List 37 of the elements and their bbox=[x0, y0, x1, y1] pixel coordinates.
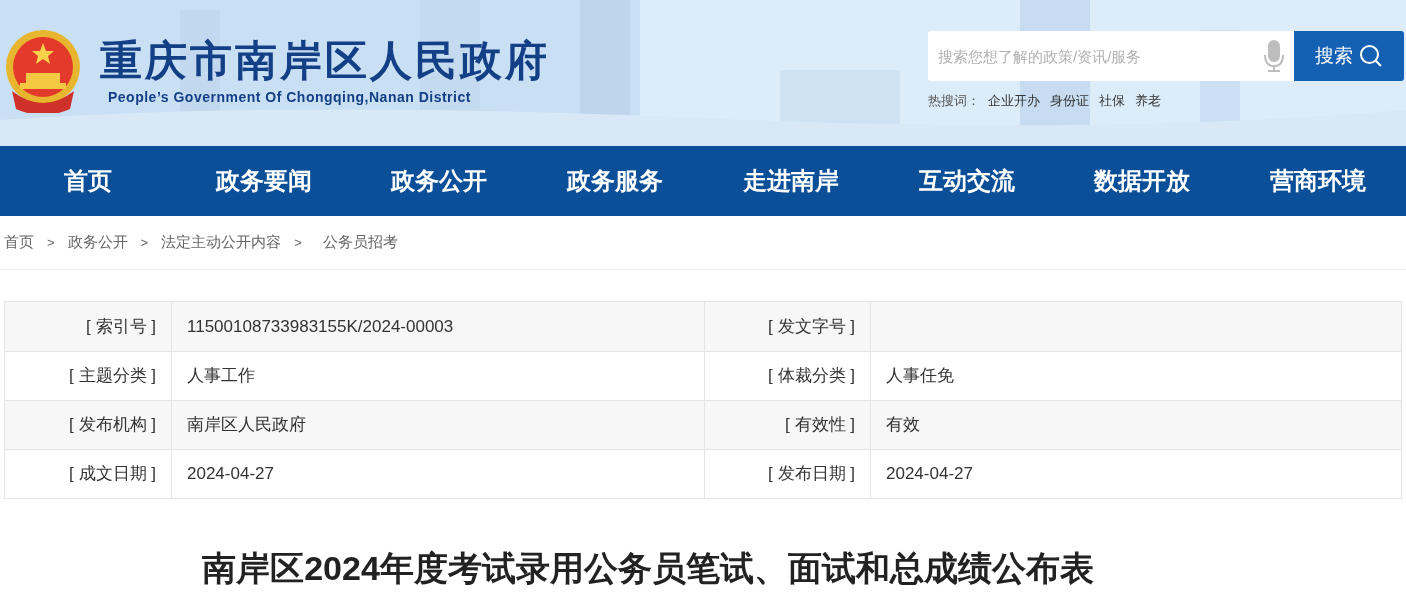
nav-item[interactable]: 营商环境 bbox=[1230, 163, 1406, 199]
site-subtitle: People’s Government Of Chongqing,Nanan District bbox=[108, 87, 472, 107]
search-field[interactable]: 搜索您想了解的政策/资讯/服务 bbox=[928, 31, 1294, 81]
nav-item[interactable]: 数据开放 bbox=[1054, 163, 1231, 199]
article-title: 南岸区2024年度考试录用公务员笔试、面试和总成绩公布表 bbox=[201, 548, 1095, 589]
hot-word-link[interactable]: 养老 bbox=[1135, 91, 1161, 111]
nav-item[interactable]: 首页 bbox=[0, 163, 176, 199]
nav-item[interactable]: 走进南岸 bbox=[703, 163, 879, 199]
field-value: 2024-04-27 bbox=[886, 463, 973, 486]
breadcrumb-separator: > bbox=[47, 233, 55, 252]
field-value: 人事任免 bbox=[886, 365, 954, 388]
nav-item[interactable]: 政务公开 bbox=[351, 163, 528, 199]
search-icon bbox=[1359, 44, 1383, 68]
microphone-icon[interactable] bbox=[1264, 40, 1284, 72]
nav-item[interactable]: 政务要闻 bbox=[175, 163, 352, 199]
search-button[interactable]: 搜索 bbox=[1294, 31, 1404, 81]
hot-words-label: 热搜词： bbox=[928, 92, 980, 110]
breadcrumb-link[interactable]: 首页 bbox=[4, 231, 34, 254]
field-value: 南岸区人民政府 bbox=[187, 414, 306, 437]
nav-item[interactable]: 互动交流 bbox=[878, 163, 1055, 199]
breadcrumb-separator: > bbox=[140, 233, 149, 252]
site-title: 重庆市南岸区人民政府 bbox=[100, 34, 550, 87]
field-label: [ 成文日期 ] bbox=[5, 450, 172, 498]
hot-word-link[interactable]: 企业开办 bbox=[988, 91, 1040, 111]
hot-word-link[interactable]: 身份证 bbox=[1050, 91, 1089, 111]
field-label: [ 发布日期 ] bbox=[704, 450, 871, 498]
emblem-icon bbox=[4, 29, 82, 113]
breadcrumb-link[interactable]: 政务公开 bbox=[67, 231, 128, 254]
breadcrumb-separator: > bbox=[294, 233, 302, 252]
hot-word-link[interactable]: 社保 bbox=[1099, 91, 1125, 111]
field-value: 人事工作 bbox=[187, 365, 255, 388]
field-value: 有效 bbox=[886, 414, 920, 437]
breadcrumb-link[interactable]: 公务员招考 bbox=[322, 231, 398, 254]
nav-item[interactable]: 政务服务 bbox=[527, 163, 703, 199]
breadcrumb-link[interactable]: 法定主动公开内容 bbox=[161, 231, 282, 254]
field-value: 11500108733983155K/2024-00003 bbox=[187, 315, 454, 338]
field-value: 2024-04-27 bbox=[187, 463, 274, 486]
